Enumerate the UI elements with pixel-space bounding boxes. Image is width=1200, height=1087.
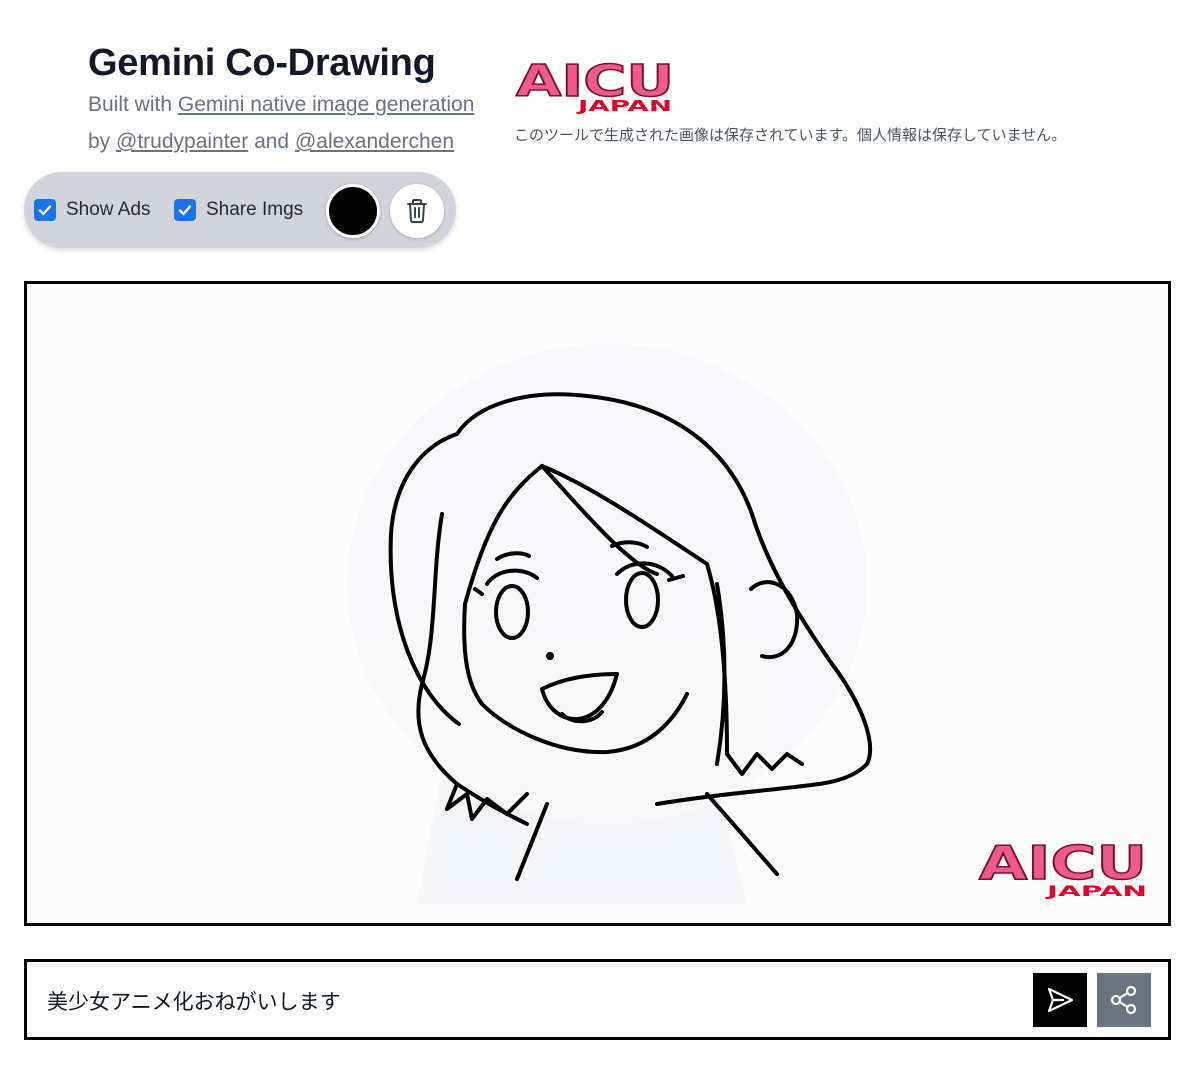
prompt-input[interactable] <box>47 980 1027 1022</box>
share-button[interactable] <box>1097 973 1151 1027</box>
built-with-line: Built with Gemini native image generatio… <box>88 86 474 123</box>
share-imgs-label[interactable]: Share Imgs <box>206 198 303 222</box>
aicu-logo-sub: JAPAN <box>576 97 672 114</box>
show-ads-checkbox[interactable] <box>34 199 56 221</box>
aicu-japan-logo: AICU JAPAN <box>515 58 675 114</box>
page-title: Gemini Co-Drawing <box>88 42 436 84</box>
author-link-trudypainter[interactable]: @trudypainter <box>116 130 248 153</box>
canvas-watermark-sub: JAPAN <box>1045 884 1147 900</box>
header: Gemini Co-Drawing Built with Gemini nati… <box>88 40 474 160</box>
and-text: and <box>248 130 295 153</box>
author-link-alexanderchen[interactable]: @alexanderchen <box>295 130 454 153</box>
canvas-watermark-main: AICU <box>979 836 1147 890</box>
gemini-link[interactable]: Gemini native image generation <box>178 93 475 116</box>
send-icon <box>1047 987 1074 1013</box>
toolbar: Show Ads Share Imgs <box>24 172 456 248</box>
drawing-canvas[interactable]: AICU JAPAN <box>24 281 1171 926</box>
built-with-prefix: Built with <box>88 93 178 116</box>
clear-canvas-button[interactable] <box>390 184 444 238</box>
show-ads-label[interactable]: Show Ads <box>66 198 151 222</box>
canvas-drawing: AICU JAPAN <box>347 344 1148 904</box>
by-prefix: by <box>88 130 117 153</box>
pen-color-picker[interactable] <box>326 184 380 238</box>
share-imgs-checkbox[interactable] <box>174 199 196 221</box>
privacy-notice: このツールで生成された画像は保存されています。個人情報は保存していません。 <box>514 126 1067 144</box>
prompt-bar <box>24 959 1171 1040</box>
authors-line: by @trudypainter and @alexanderchen <box>88 123 474 160</box>
trash-icon <box>407 199 427 223</box>
send-button[interactable] <box>1033 973 1087 1027</box>
share-icon <box>1110 985 1137 1015</box>
